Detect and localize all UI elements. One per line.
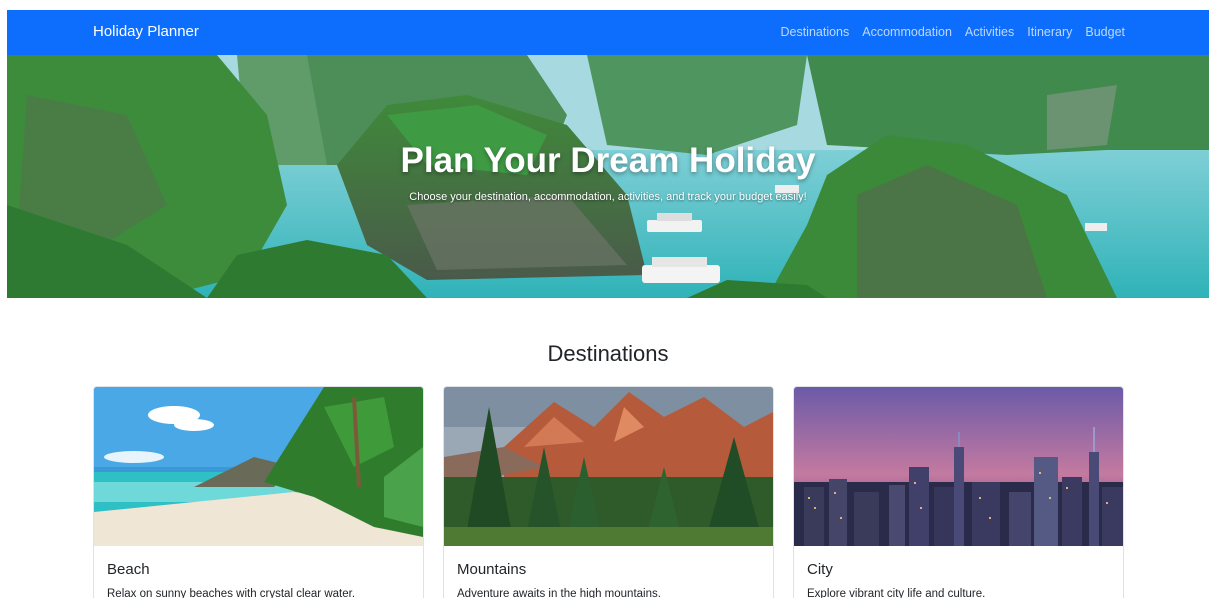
card-text-beach: Relax on sunny beaches with crystal clea…: [107, 588, 356, 598]
nav-link-budget[interactable]: Budget: [1085, 25, 1125, 39]
nav-link-itinerary[interactable]: Itinerary: [1027, 25, 1072, 39]
hero-title: Plan Your Dream Holiday: [400, 141, 816, 180]
card-title-city: City: [807, 561, 833, 578]
page: Holiday Planner Destinations Accommodati…: [7, 10, 1209, 598]
destinations-heading: Destinations: [547, 341, 669, 366]
navbar: Holiday Planner Destinations Accommodati…: [7, 10, 1209, 55]
card-title-beach: Beach: [107, 561, 150, 578]
destination-card-mountains[interactable]: Mountains Adventure awaits in the high m…: [443, 386, 774, 598]
destination-card-city[interactable]: City Explore vibrant city life and cultu…: [793, 386, 1124, 598]
brand-link[interactable]: Holiday Planner: [93, 23, 199, 40]
card-title-mountains: Mountains: [457, 561, 527, 578]
nav-links: Destinations Accommodation Activities It…: [780, 25, 1125, 39]
card-text-mountains: Adventure awaits in the high mountains.: [457, 588, 661, 598]
hero-subtitle: Choose your destination, accommodation, …: [409, 191, 807, 203]
city-image: [794, 387, 1123, 546]
nav-link-destinations[interactable]: Destinations: [780, 25, 849, 39]
nav-link-activities[interactable]: Activities: [965, 25, 1014, 39]
beach-image: [94, 387, 423, 546]
hero-banner: Plan Your Dream Holiday Choose your dest…: [7, 55, 1209, 298]
destination-card-beach[interactable]: Beach Relax on sunny beaches with crysta…: [93, 386, 424, 598]
card-text-city: Explore vibrant city life and culture.: [807, 588, 986, 598]
nav-link-accommodation[interactable]: Accommodation: [862, 25, 952, 39]
mountains-image: [444, 387, 773, 546]
